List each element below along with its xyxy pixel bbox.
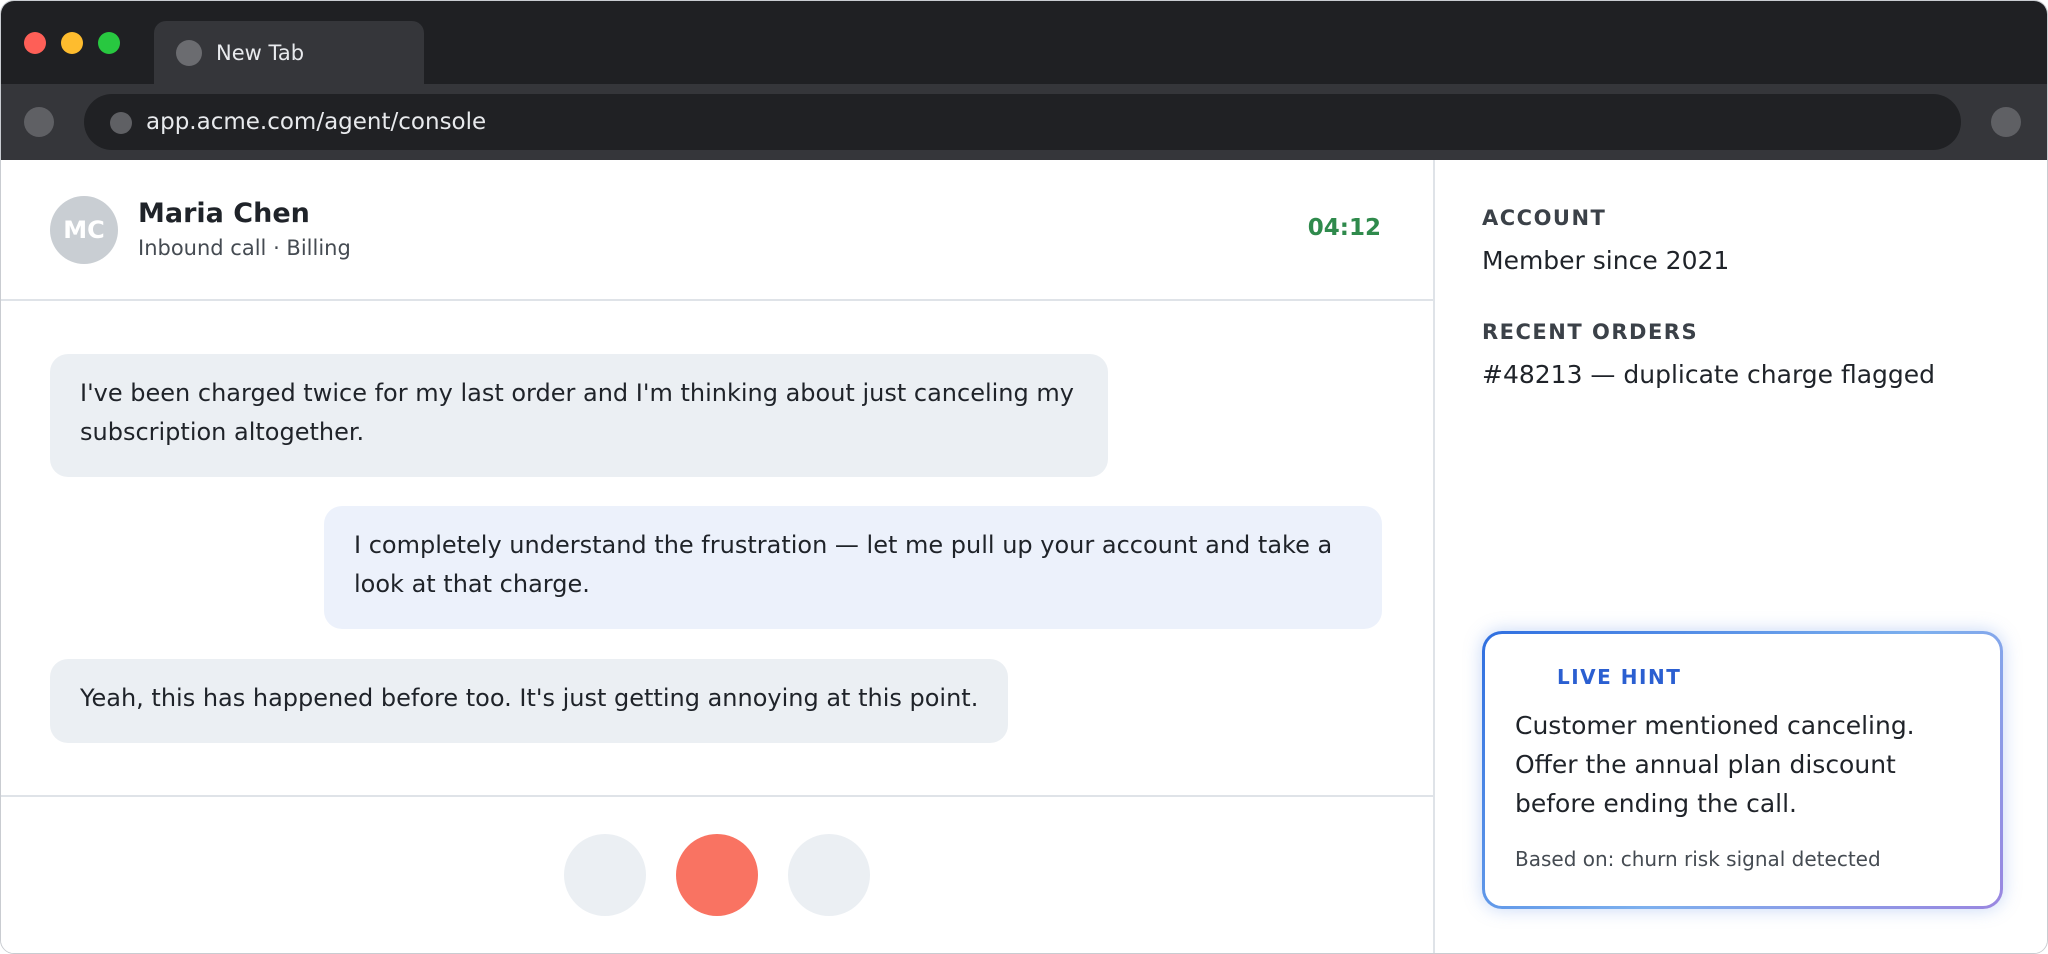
maximize-window-button[interactable] — [98, 32, 120, 54]
url-text: app.acme.com/agent/console — [146, 109, 487, 135]
tab-title: New Tab — [216, 41, 305, 65]
live-hint-basis: Based on: churn risk signal detected — [1515, 847, 1881, 871]
end-call-button[interactable] — [676, 834, 758, 916]
hold-button[interactable] — [788, 834, 870, 916]
call-pane: MC Maria Chen Inbound call · Billing 04:… — [1, 160, 1435, 953]
caller-name: Maria Chen — [138, 198, 310, 229]
live-hint-card: LIVE HINT Customer mentioned canceling. … — [1482, 631, 2003, 909]
customer-message: Yeah, this has happened before too. It's… — [50, 659, 1009, 743]
call-controls — [1, 795, 1433, 953]
address-bar[interactable]: app.acme.com/agent/console — [84, 94, 1961, 150]
caller-subtitle: Inbound call · Billing — [138, 236, 351, 260]
live-hint-label: LIVE HINT — [1557, 665, 1682, 689]
recent-order-item[interactable]: #48213 — duplicate charge flagged — [1482, 359, 1935, 391]
call-header: MC Maria Chen Inbound call · Billing 04:… — [1, 160, 1433, 301]
browser-window: New Tab app.acme.com/agent/console MC Ma… — [0, 0, 2048, 954]
back-button[interactable] — [24, 107, 54, 137]
live-hint-body: LIVE HINT Customer mentioned canceling. … — [1485, 634, 2000, 906]
minimize-window-button[interactable] — [61, 32, 83, 54]
browser-tab[interactable]: New Tab — [154, 21, 424, 84]
live-hint-text: Customer mentioned canceling. Offer the … — [1515, 711, 1915, 818]
profile-button[interactable] — [1991, 107, 2021, 137]
recent-orders-label: RECENT ORDERS — [1482, 320, 1699, 344]
browser-toolbar: app.acme.com/agent/console — [1, 84, 2047, 160]
agent-message: I completely understand the frustration … — [324, 506, 1382, 629]
account-label: ACCOUNT — [1482, 206, 1607, 230]
avatar: MC — [50, 196, 118, 264]
tab-favicon-icon — [176, 40, 202, 66]
site-info-icon[interactable] — [110, 112, 132, 134]
customer-side-panel: ACCOUNT Member since 2021 RECENT ORDERS … — [1435, 160, 2047, 953]
title-bar: New Tab — [1, 1, 2047, 84]
account-value: Member since 2021 — [1482, 246, 1730, 275]
customer-message: I've been charged twice for my last orde… — [50, 354, 1108, 477]
transcript: I've been charged twice for my last orde… — [1, 303, 1433, 795]
close-window-button[interactable] — [24, 32, 46, 54]
call-timer: 04:12 — [1307, 215, 1381, 241]
mute-button[interactable] — [564, 834, 646, 916]
